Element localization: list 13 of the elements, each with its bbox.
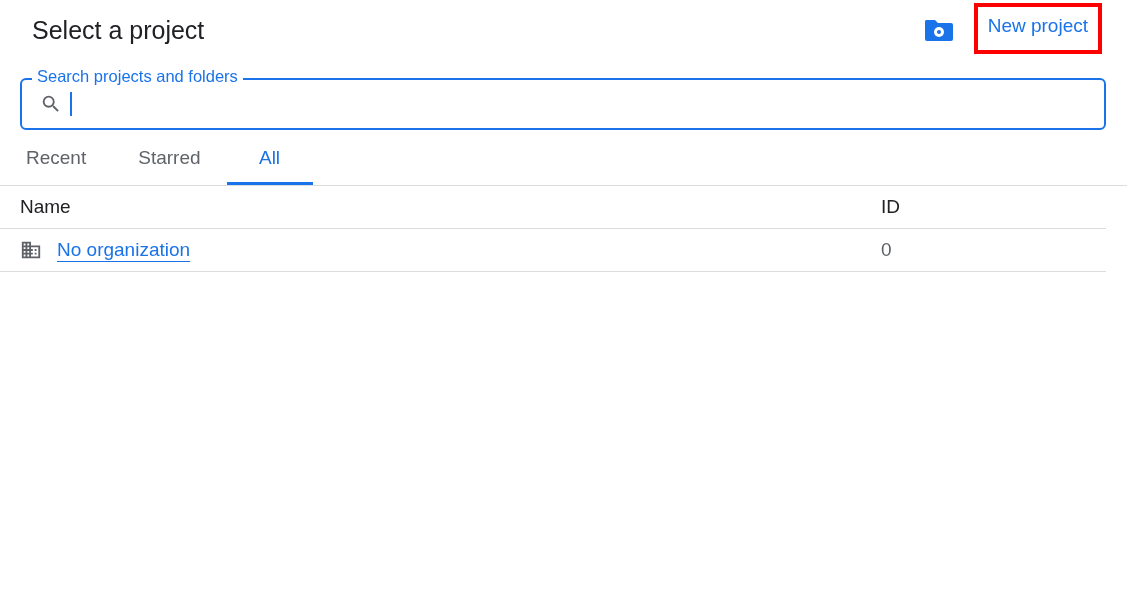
tab[interactable]: Starred (112, 138, 227, 185)
search-field[interactable]: Search projects and folders (20, 66, 1106, 130)
organization-link[interactable]: No organization (57, 239, 191, 261)
text-cursor (70, 92, 72, 116)
building-icon (20, 239, 42, 261)
tab[interactable]: All (226, 138, 313, 185)
table-cell-text: 0 (881, 239, 893, 261)
tab[interactable]: Recent (0, 138, 113, 185)
search-icon (40, 93, 62, 115)
column-header: ID (881, 196, 901, 218)
column-header: Name (20, 196, 72, 218)
new-project-button[interactable]: New project (973, 2, 1102, 54)
dialog-title: Select a project (32, 15, 206, 45)
